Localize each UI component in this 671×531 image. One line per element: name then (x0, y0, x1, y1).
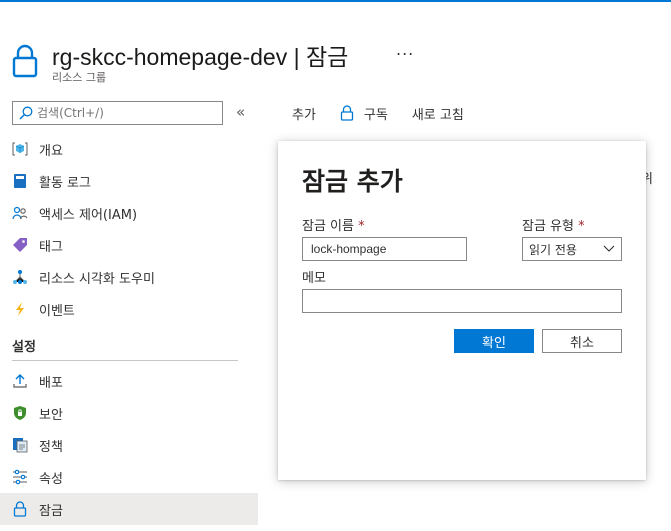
add-button-label: 추가 (292, 107, 316, 123)
lock-name-label: 잠금 이름 * (302, 215, 365, 234)
page-subtitle: 리소스 그룹 (52, 71, 107, 84)
chevron-down-icon (603, 245, 615, 252)
lock-type-label-text: 잠금 유형 (522, 219, 574, 234)
lock-type-label: 잠금 유형 * (522, 215, 585, 234)
required-mark: * (578, 219, 585, 234)
sidebar-item-overview[interactable]: 개요 (0, 133, 258, 165)
sidebar-item-activity-log[interactable]: 활동 로그 (0, 165, 258, 197)
top-accent-bar (0, 0, 671, 2)
sidebar-item-label: 보안 (39, 407, 63, 423)
activity-log-icon (12, 173, 28, 189)
sidebar-item-locks[interactable]: 잠금 (0, 493, 258, 525)
lock-icon (12, 501, 28, 517)
section-settings-label: 설정 (12, 339, 36, 355)
more-options-button[interactable]: ... (396, 40, 414, 59)
add-button[interactable]: 추가 (292, 104, 316, 123)
sidebar-item-label: 속성 (39, 471, 63, 487)
resource-visualizer-icon (12, 269, 28, 285)
sidebar-item-iam[interactable]: 액세스 제어(IAM) (0, 197, 258, 229)
sidebar-item-resource-visualizer[interactable]: 리소스 시각화 도우미 (0, 261, 258, 293)
security-shield-icon (12, 405, 28, 421)
ok-button[interactable]: 확인 (454, 329, 534, 353)
search-input[interactable] (37, 106, 207, 120)
collapse-sidebar-button[interactable]: « (236, 103, 245, 121)
sidebar-item-properties[interactable]: 속성 (0, 461, 258, 493)
cancel-button[interactable]: 취소 (542, 329, 622, 353)
search-icon (19, 106, 33, 120)
sidebar: « 개요 활동 로그 (0, 96, 258, 531)
sidebar-item-security[interactable]: 보안 (0, 397, 258, 429)
page-title: rg-skcc-homepage-dev | 잠금 (52, 44, 349, 70)
dialog-title: 잠금 추가 (302, 167, 403, 196)
sidebar-item-label: 이벤트 (39, 303, 75, 319)
lock-icon (12, 44, 38, 78)
required-mark: * (358, 219, 365, 234)
deploy-upload-icon (12, 373, 28, 389)
sidebar-item-label: 잠금 (39, 503, 63, 519)
refresh-button[interactable]: 새로 고침 (412, 104, 464, 123)
properties-sliders-icon (12, 469, 28, 485)
overview-cube-icon (12, 141, 28, 157)
sidebar-item-label: 배포 (39, 375, 63, 391)
lightning-icon (12, 301, 28, 317)
memo-label: 메모 (302, 271, 326, 286)
sidebar-item-deployments[interactable]: 배포 (0, 365, 258, 397)
refresh-button-label: 새로 고침 (411, 107, 464, 123)
lock-type-value: 읽기 전용 (529, 242, 577, 257)
lock-name-input[interactable]: lock-hompage (302, 237, 467, 261)
search-box[interactable] (12, 101, 223, 125)
sidebar-item-label: 개요 (39, 143, 63, 159)
section-settings: 설정 (0, 325, 258, 365)
sidebar-nav: 개요 활동 로그 액세스 제어(IAM) 태그 리소스 시각화 도우미 이벤트 … (0, 133, 258, 525)
sidebar-item-tags[interactable]: 태그 (0, 229, 258, 261)
memo-input[interactable] (302, 289, 622, 313)
sidebar-item-policies[interactable]: 정책 (0, 429, 258, 461)
lock-icon (340, 105, 354, 121)
sidebar-item-label: 리소스 시각화 도우미 (39, 271, 155, 287)
iam-users-icon (12, 205, 28, 221)
policy-icon (12, 437, 28, 453)
add-lock-dialog: 잠금 추가 잠금 이름 * lock-hompage 잠금 유형 * 읽기 전용… (278, 141, 646, 480)
sidebar-item-events[interactable]: 이벤트 (0, 293, 258, 325)
subscription-button[interactable]: 구독 (340, 104, 388, 123)
sidebar-item-label: 활동 로그 (39, 175, 91, 191)
sidebar-item-label: 태그 (39, 239, 63, 255)
subscription-button-label: 구독 (363, 107, 388, 123)
lock-type-select[interactable]: 읽기 전용 (522, 237, 622, 261)
page-header: rg-skcc-homepage-dev | 잠금 ... 리소스 그룹 (12, 38, 662, 88)
sidebar-item-label: 액세스 제어(IAM) (39, 207, 138, 223)
section-divider (12, 360, 238, 361)
lock-name-label-text: 잠금 이름 (302, 219, 354, 234)
tag-icon (12, 237, 28, 253)
command-bar: 추가 구독 새로 고침 (292, 103, 488, 123)
sidebar-item-label: 정책 (39, 439, 63, 455)
